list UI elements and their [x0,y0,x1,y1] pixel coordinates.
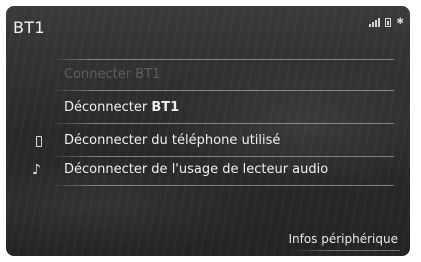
music-note-icon: ♪ [32,162,41,178]
divider [54,185,394,186]
divider [54,59,394,60]
disconnect-audio-button[interactable]: Déconnecter de l'usage de lecteur audio [64,162,328,177]
signal-icon [369,18,381,27]
bluetooth-device-screen: BT1 ✱ Connecter BT1 Déconnecter BT1 Déco… [6,6,410,256]
divider [54,123,394,124]
disconnect-audio-label: Déconnecter de l'usage de lecteur audio [64,162,329,177]
disconnect-prefix: Déconnecter [64,100,152,115]
divider [54,156,394,157]
connect-prefix: Connecter [64,67,136,82]
bluetooth-icon: ✱ [396,17,404,27]
connect-device-button: Connecter BT1 [64,67,160,82]
disconnect-device-name: BT1 [151,100,180,115]
battery-icon [385,18,392,27]
disconnect-phone-button[interactable]: Déconnecter du téléphone utilisé [64,133,280,148]
disconnect-device-button[interactable]: Déconnecter BT1 [64,100,179,115]
disconnect-phone-label: Déconnecter du téléphone utilisé [64,133,281,148]
status-bar: ✱ [369,18,404,27]
connect-device-name: BT1 [135,67,161,82]
device-info-button[interactable]: Infos périphérique [288,232,398,246]
divider [290,250,400,251]
page-title: BT1 [13,18,45,37]
phone-icon [36,136,42,147]
divider [54,90,394,91]
